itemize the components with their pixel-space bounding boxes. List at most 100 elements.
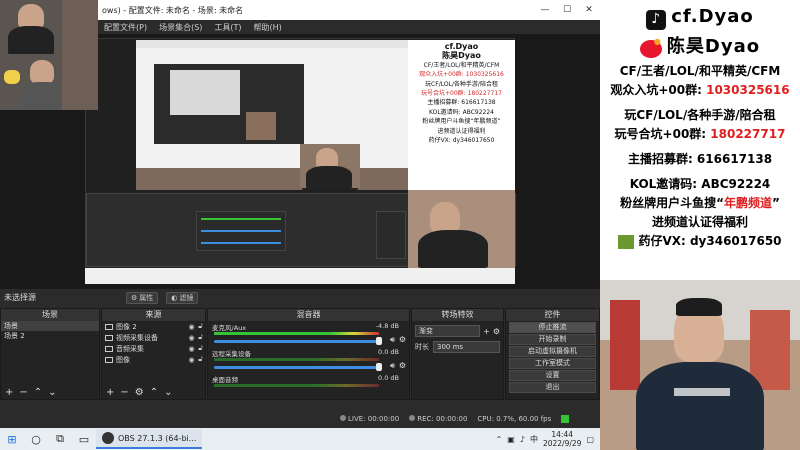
menu-scene-collection[interactable]: 场景集合(S) [159,22,202,33]
remove-icon[interactable]: − [120,387,128,398]
start-recording-button[interactable]: 开始录制 [509,334,596,345]
source-item[interactable]: 图像 ◉ 🔓︎ [102,354,205,365]
speaker-icon[interactable]: 🔊︎ [390,361,395,371]
inner-brand-1: cf.Dyao [444,42,479,51]
system-tray: ⌃ ▣ ♪ 中 14:44 2022/9/29 ▢ [496,430,600,448]
banner-red-text: 年鹏频道 [723,196,772,210]
chevron-down-icon[interactable]: ⌄ [48,387,56,398]
gear-icon[interactable]: ⚙ [135,387,144,398]
mixer-dock: 混音器 麦克风/Aux -4.8 dB 🔊︎ ⚙ 远程采集设备 0.0 dB 🔊… [207,308,410,400]
eye-icon[interactable]: ◉ [187,345,196,353]
menu-tools[interactable]: 工具(T) [214,22,241,33]
scenes-dock: 场景 场景 场景 2 + − ⌃ ⌄ [0,308,100,400]
level-meter [214,384,379,387]
remove-icon[interactable]: − [19,387,27,398]
scene-item[interactable]: 场景 [1,321,99,331]
inner-line: 主播招募群: 616617138 [427,99,496,107]
source-item[interactable]: 图像 2 ◉ 🔓︎ [102,321,205,332]
exit-button[interactable]: 退出 [509,382,596,393]
eye-icon[interactable]: ◉ [187,323,196,331]
camera-mosaic [0,0,98,110]
mixer-channel: 桌面音频 0.0 dB [208,373,409,399]
chevron-up-icon[interactable]: ⌃ [150,387,158,398]
duration-input[interactable]: 300 ms [433,341,500,353]
volume-slider[interactable] [214,363,382,371]
controls-header: 控件 [506,309,599,321]
obs-taskbar-item[interactable]: OBS 27.1.3 (64-bi... [96,429,203,449]
stream-health-icon [561,415,570,423]
virtual-camera-button[interactable]: 启动虚拟摄像机 [509,346,596,357]
menu-help[interactable]: 帮助(H) [254,22,282,33]
filter-icon: ◐ [171,293,178,302]
network-icon[interactable]: ▣ [507,435,515,444]
slider-knob[interactable] [376,337,382,345]
brand-name-2: 陈昊Dyao [666,35,761,57]
window-title: ows) - 配置文件: 未命名 - 场景: 未命名 [102,5,244,15]
transition-select[interactable]: 渐变 [415,325,481,337]
close-button[interactable]: ✕ [578,5,600,15]
inner-line: 药仔VX: dy346017650 [428,137,495,145]
rec-dot-icon [409,415,416,421]
weibo-logo-icon [639,37,662,58]
banner-line: 玩号合坑+00群: 180227717 [600,125,800,142]
settings-button[interactable]: 设置 [509,370,596,381]
inner-line: KOL邀请码: ABC92224 [429,108,494,116]
status-bar: LIVE: 00:00:00 REC: 00:00:00 CPU: 0.7%, … [0,411,600,427]
no-source-label: 未选择源 [4,293,36,302]
chevron-up-icon[interactable]: ⌃ [496,435,503,444]
source-item[interactable]: 视频采集设备 ◉ 🔓︎ [102,332,205,343]
window-titlebar: ows) - 配置文件: 未命名 - 场景: 未命名 — ☐ ✕ [98,0,600,20]
inner-brand-2: 陈昊Dyao [442,51,481,61]
webcam-feed [600,280,800,450]
inner-controls [376,211,406,259]
level-meter [214,358,379,361]
slider-knob[interactable] [376,363,382,371]
clock[interactable]: 14:44 2022/9/29 [543,430,581,448]
filters-button[interactable]: ◐ 滤镜 [166,291,199,304]
inner-taskbar [85,268,515,284]
duration-label: 时长 [415,343,429,351]
maximize-button[interactable]: ☐ [556,5,578,15]
add-icon[interactable]: + [5,387,13,398]
source-label: 图像 [116,355,130,364]
plus-icon[interactable]: + [483,327,490,336]
banner-red-text: 180227717 [710,127,786,141]
menu-profile[interactable]: 配置文件(P) [104,22,147,33]
eye-icon[interactable]: ◉ [187,356,196,364]
source-item[interactable]: 音频采集 ◉ 🔓︎ [102,343,205,354]
channel-name: 远程采集设备 [212,350,251,358]
windows-start-icon[interactable]: ⊞ [0,433,24,446]
rec-text: REC: 00:00:00 [417,415,468,423]
douyin-logo-icon [646,9,667,30]
lock-icon[interactable]: 🔓︎ [196,344,205,353]
volume-slider[interactable] [214,337,382,345]
stop-streaming-button[interactable]: 停止推流 [509,322,596,333]
gear-icon[interactable]: ⚙ [399,361,406,370]
eye-icon[interactable]: ◉ [187,334,196,342]
banner-line: 观众入坑+00群: 1030325616 [600,81,800,98]
notification-icon[interactable]: ▢ [586,435,594,444]
input-language[interactable]: 中 [530,434,538,445]
search-icon[interactable]: ○ [24,433,48,446]
volume-icon[interactable]: ♪ [520,435,525,444]
mixer-channel: 麦克风/Aux -4.8 dB 🔊︎ ⚙ [208,321,409,347]
studio-mode-button[interactable]: 工作室模式 [509,358,596,369]
speaker-icon[interactable]: 🔊︎ [390,335,395,345]
properties-button[interactable]: ⚙ 属性 [126,291,159,304]
minimize-button[interactable]: — [534,5,556,15]
chevron-up-icon[interactable]: ⌃ [34,387,42,398]
task-view-icon[interactable]: ⧉ [48,432,72,446]
chevron-down-icon[interactable]: ⌄ [164,387,172,398]
gear-icon[interactable]: ⚙ [493,327,500,336]
scene-item[interactable]: 场景 2 [1,331,99,341]
lock-icon[interactable]: 🔓︎ [196,322,205,331]
channel-name: 桌面音频 [212,376,238,384]
file-explorer-icon[interactable]: ▭ [72,433,96,446]
camera-icon [105,334,113,341]
gear-icon[interactable]: ⚙ [399,335,406,344]
channel-db: -4.8 dB [375,322,399,330]
lock-icon[interactable]: 🔓︎ [196,355,205,364]
add-icon[interactable]: + [106,387,114,398]
channel-db: 0.0 dB [378,374,399,382]
lock-icon[interactable]: 🔓︎ [196,333,205,342]
